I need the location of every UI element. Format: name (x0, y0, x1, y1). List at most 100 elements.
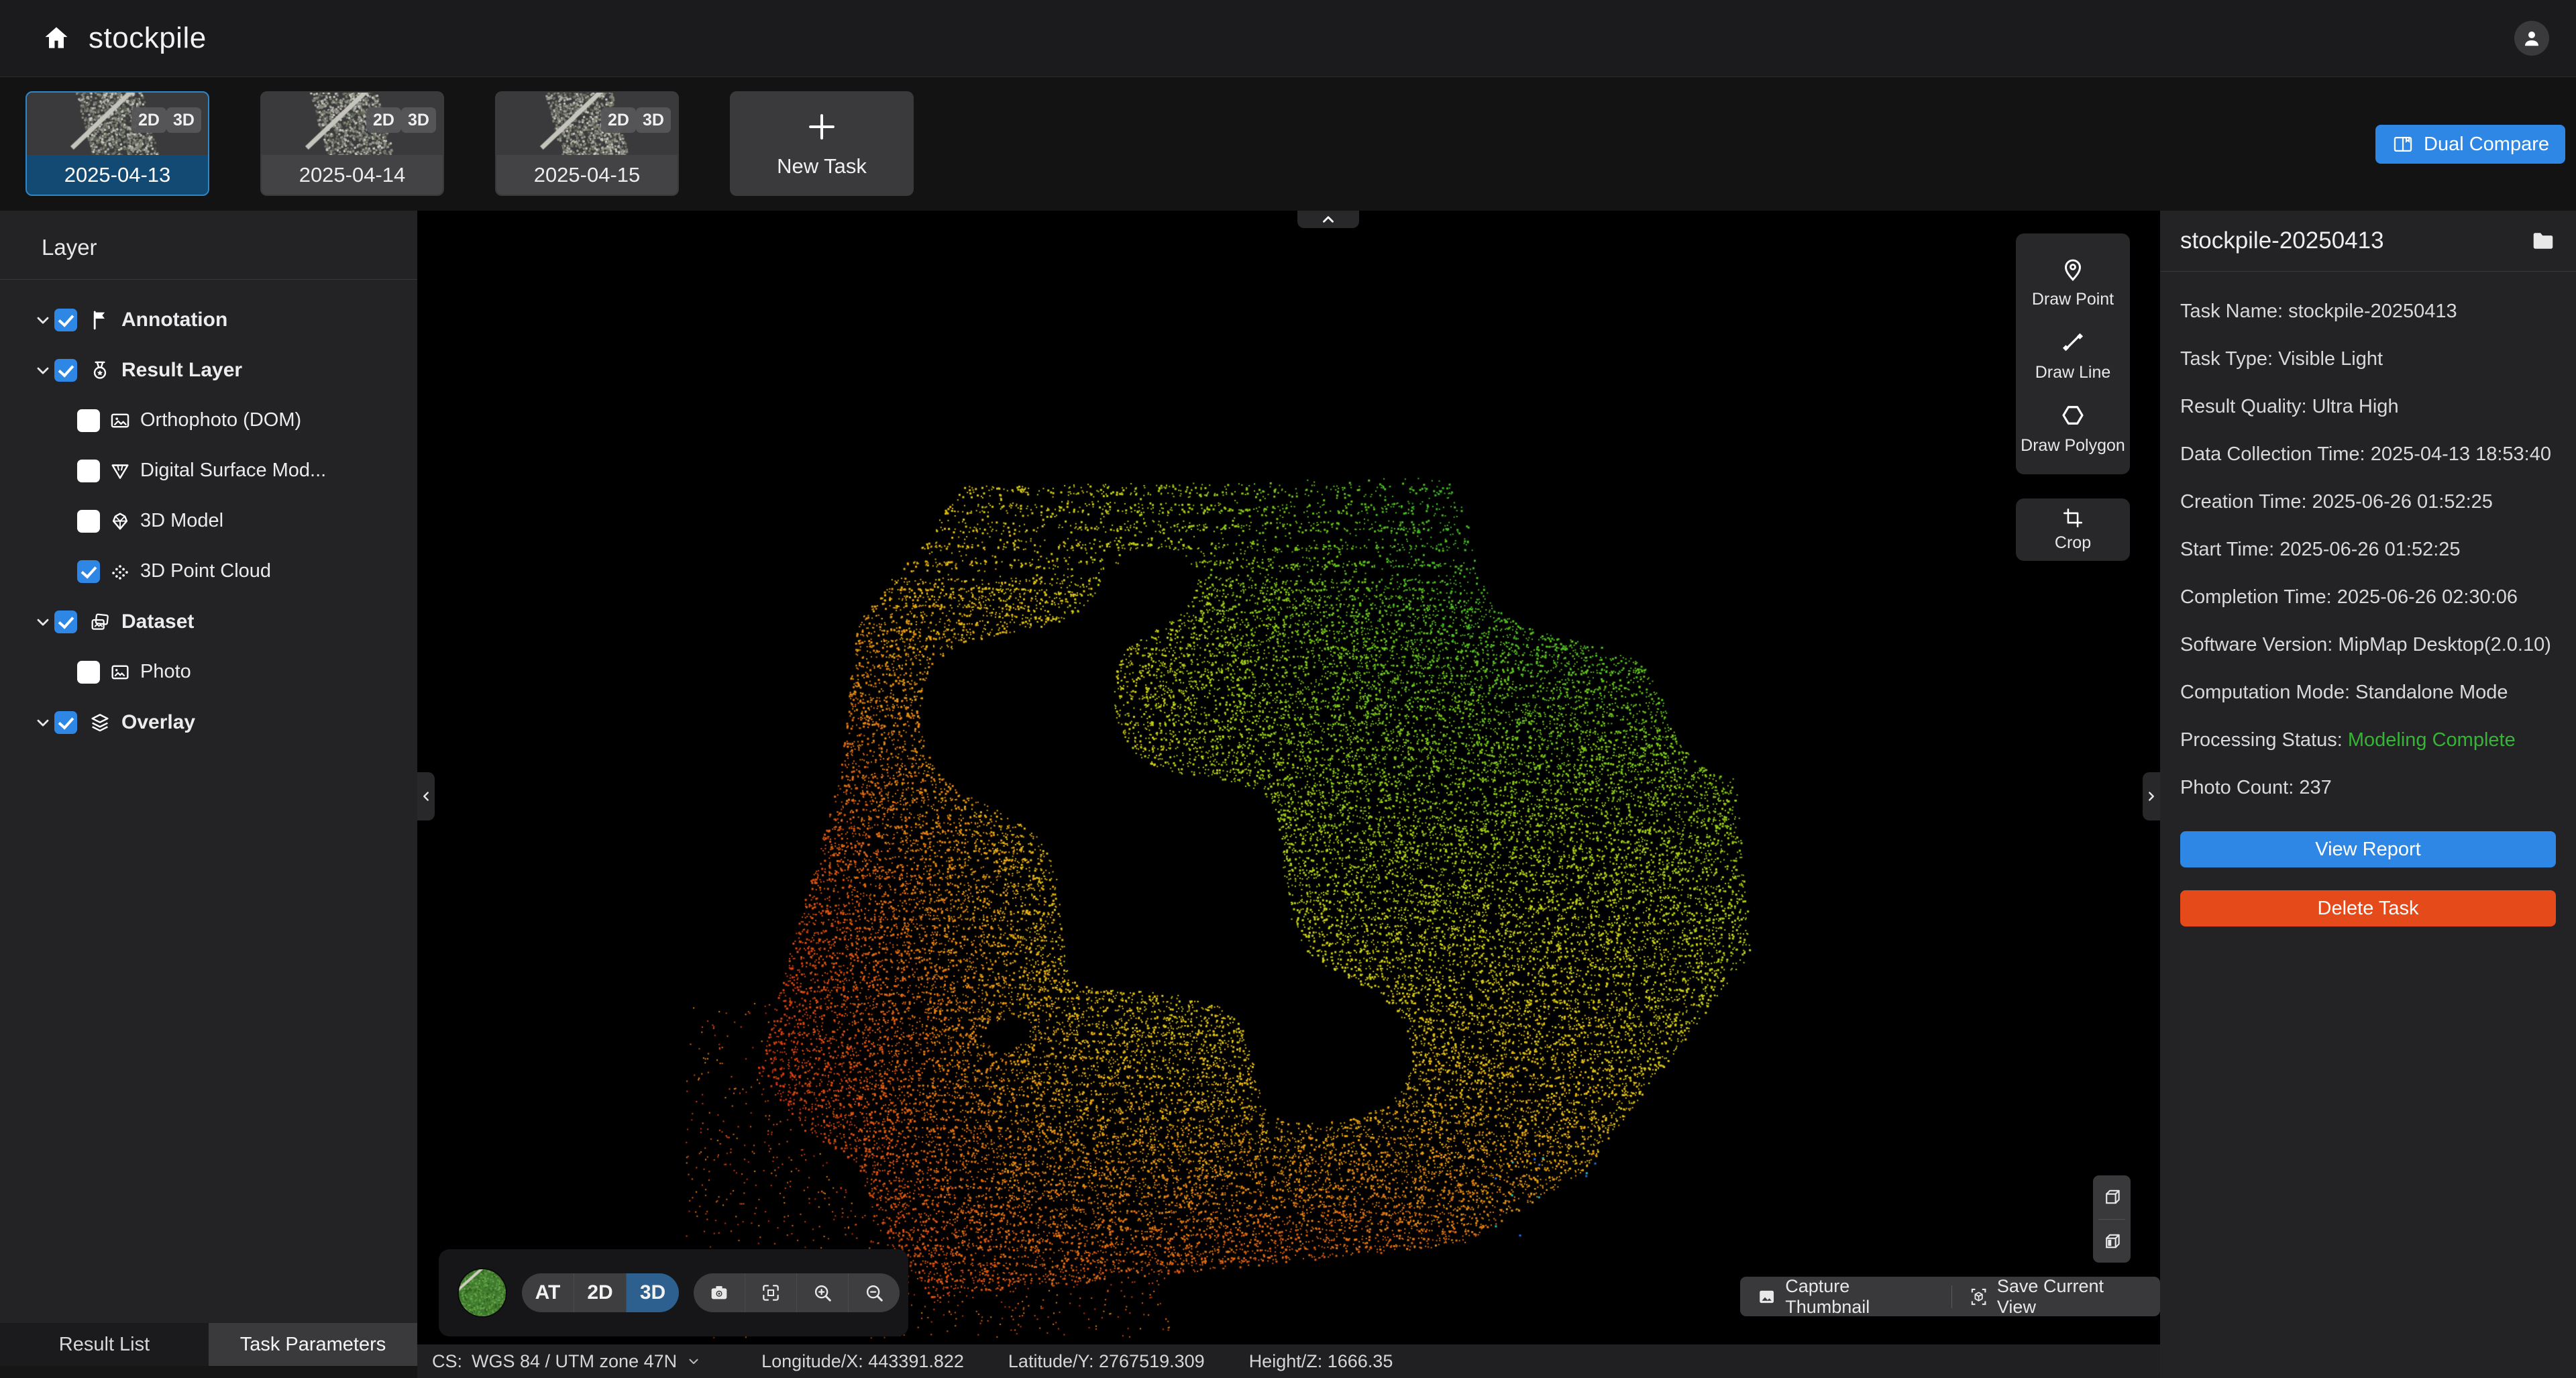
tab-task-parameters[interactable]: Task Parameters (209, 1323, 417, 1366)
layer-item-result-layer[interactable]: Result Layer (0, 345, 417, 395)
perspective-view-button[interactable] (2093, 1175, 2131, 1219)
dual-compare-label: Dual Compare (2424, 134, 2549, 156)
badge-2d: 2D (366, 107, 401, 133)
layer-checkbox[interactable] (77, 661, 100, 684)
basemap-thumbnail[interactable] (458, 1268, 507, 1318)
mode-3d-button[interactable]: 3D (627, 1273, 679, 1312)
badge-3d: 3D (401, 107, 436, 133)
layer-checkbox[interactable] (54, 309, 77, 331)
chevron-down-icon[interactable] (34, 311, 52, 329)
polygon-icon (2059, 401, 2087, 429)
photos-icon (89, 611, 111, 633)
layer-item-3d-point-cloud[interactable]: 3D Point Cloud (0, 546, 417, 596)
screenshot-button[interactable] (694, 1273, 745, 1312)
collapse-taskbar-handle[interactable] (1297, 211, 1359, 228)
capture-thumbnail-button[interactable]: Capture Thumbnail (1740, 1277, 1951, 1316)
field-completion-time: Completion Time: 2025-06-26 02:30:06 (2180, 583, 2557, 611)
capture-save-bar: Capture Thumbnail Save Current View (1740, 1277, 2160, 1316)
badge-2d: 2D (601, 107, 636, 133)
draw-polygon-button[interactable]: Draw Polygon (2016, 392, 2130, 465)
field-result-quality: Result Quality: Ultra High (2180, 392, 2557, 421)
task-details-panel: stockpile-20250413 Task Name: stockpile-… (2160, 211, 2576, 1378)
layer-item-orthophoto[interactable]: Orthophoto (DOM) (0, 395, 417, 445)
delete-task-button[interactable]: Delete Task (2180, 890, 2556, 926)
chevron-down-icon[interactable] (34, 613, 52, 631)
badge-3d: 3D (166, 107, 201, 133)
boxed-view-icon (1968, 1286, 1989, 1308)
zoom-in-icon (812, 1282, 833, 1304)
tab-result-list[interactable]: Result List (0, 1323, 209, 1366)
user-icon (2522, 28, 2542, 48)
layer-panel-title: Layer (0, 211, 417, 279)
user-avatar[interactable] (2514, 21, 2549, 56)
layer-checkbox[interactable] (77, 560, 100, 583)
layer-item-overlay[interactable]: Overlay (0, 697, 417, 747)
field-processing-status: Processing Status: Modeling Complete (2180, 726, 2557, 754)
layer-item-dataset[interactable]: Dataset (0, 596, 417, 647)
draw-line-button[interactable]: Draw Line (2016, 319, 2130, 392)
chevron-left-icon (419, 789, 433, 804)
layer-item-photo[interactable]: Photo (0, 647, 417, 697)
badge-icon (89, 359, 111, 382)
layer-item-dsm[interactable]: Digital Surface Mod... (0, 445, 417, 496)
point-cloud-icon (109, 560, 131, 583)
new-task-button[interactable]: New Task (730, 91, 914, 196)
save-current-view-button[interactable]: Save Current View (1952, 1277, 2160, 1316)
coordinate-system-select[interactable]: CS: WGS 84 / UTM zone 47N (432, 1351, 701, 1372)
cs-value: WGS 84 / UTM zone 47N (472, 1351, 677, 1372)
task-card-2025-04-14[interactable]: 2D 3D 2025-04-14 (260, 91, 444, 196)
chevron-down-icon (686, 1354, 701, 1369)
status-badge: Modeling Complete (2348, 729, 2516, 751)
view-mode-switch: AT 2D 3D (522, 1273, 679, 1312)
photo-icon (109, 661, 131, 684)
layer-checkbox[interactable] (54, 611, 77, 633)
zoom-out-button[interactable] (849, 1273, 900, 1312)
task-thumbnail-bar: 2D 3D 2025-04-13 2D 3D 2025-04-14 2D 3D … (0, 77, 2576, 210)
image-icon (109, 409, 131, 432)
collapse-left-panel-handle[interactable] (417, 772, 435, 820)
view-cube-stack (2093, 1175, 2131, 1263)
model-icon (109, 510, 131, 533)
height-readout: Height/Z: 1666.35 (1249, 1351, 1393, 1372)
mode-at-button[interactable]: AT (522, 1273, 574, 1312)
layer-item-annotation[interactable]: Annotation (0, 295, 417, 345)
longitude-readout: Longitude/X: 443391.822 (761, 1351, 964, 1372)
layer-checkbox[interactable] (77, 409, 100, 432)
task-card-2025-04-15[interactable]: 2D 3D 2025-04-15 (495, 91, 679, 196)
task-date-label: 2025-04-15 (496, 155, 678, 195)
ortho-view-button[interactable] (2093, 1220, 2131, 1263)
bottom-tab-bar: Result List Task Parameters (0, 1323, 417, 1366)
crop-button[interactable]: Crop (2016, 498, 2130, 561)
layer-checkbox[interactable] (54, 359, 77, 382)
new-task-label: New Task (777, 154, 867, 178)
layer-checkbox[interactable] (54, 711, 77, 734)
draw-point-button[interactable]: Draw Point (2016, 246, 2130, 319)
layer-checkbox[interactable] (77, 510, 100, 533)
camera-icon (708, 1282, 730, 1304)
details-fields: Task Name: stockpile-20250413 Task Type:… (2160, 272, 2576, 802)
layer-panel: Layer Annotation Result Layer Orthophoto… (0, 211, 417, 1378)
collapse-right-panel-handle[interactable] (2143, 772, 2160, 820)
fit-view-button[interactable] (745, 1273, 797, 1312)
field-start-time: Start Time: 2025-06-26 01:52:25 (2180, 535, 2557, 564)
task-card-2025-04-13[interactable]: 2D 3D 2025-04-13 (25, 91, 209, 196)
folder-icon[interactable] (2530, 228, 2556, 254)
point-cloud-canvas[interactable] (417, 211, 2160, 1344)
latitude-readout: Latitude/Y: 2767519.309 (1008, 1351, 1205, 1372)
viewport-bottom-toolbar: AT 2D 3D (439, 1249, 908, 1336)
zoom-in-button[interactable] (797, 1273, 849, 1312)
view-report-button[interactable]: View Report (2180, 831, 2556, 867)
chevron-down-icon[interactable] (34, 361, 52, 380)
map-viewport: Draw Point Draw Line Draw Polygon Crop (417, 211, 2160, 1378)
field-software-version: Software Version: MipMap Desktop(2.0.10) (2180, 631, 2557, 659)
dual-compare-button[interactable]: Dual Compare (2375, 125, 2565, 164)
home-icon[interactable] (42, 23, 71, 53)
badge-2d: 2D (131, 107, 166, 133)
viewport-tools (694, 1273, 900, 1312)
layer-item-3d-model[interactable]: 3D Model (0, 496, 417, 546)
chevron-down-icon[interactable] (34, 713, 52, 732)
layer-checkbox[interactable] (77, 460, 100, 482)
crop-icon (2061, 507, 2084, 529)
mode-2d-button[interactable]: 2D (574, 1273, 627, 1312)
draw-toolbar: Draw Point Draw Line Draw Polygon (2016, 233, 2130, 474)
